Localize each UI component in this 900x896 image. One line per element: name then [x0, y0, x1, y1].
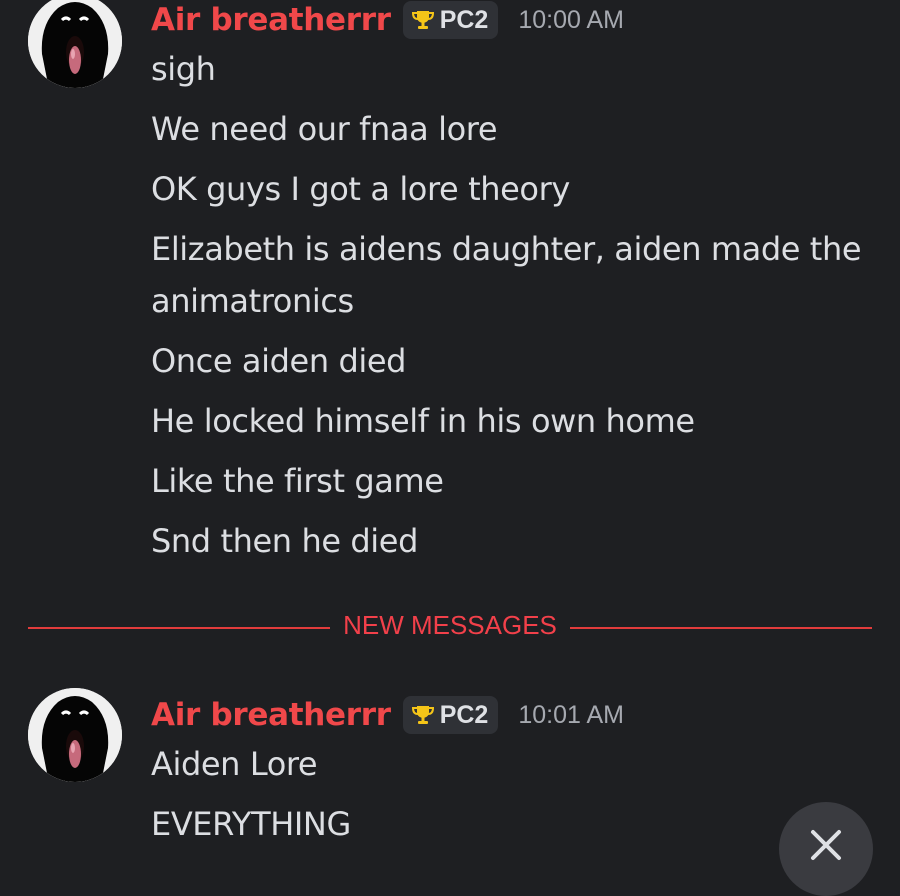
message-line: He locked himself in his own home [151, 402, 695, 440]
avatar-image [28, 688, 122, 782]
badge-label: PC2 [439, 700, 489, 729]
trophy-icon [411, 706, 434, 724]
message-line: Once aiden died [151, 342, 407, 380]
message-line: sigh [151, 50, 216, 88]
message-line: Like the first game [151, 462, 444, 500]
username[interactable]: Air breatherrr [151, 697, 391, 733]
message-line: EVERYTHING [151, 805, 351, 843]
new-messages-divider-left [28, 627, 330, 629]
role-badge[interactable]: PC2 [402, 696, 499, 734]
trophy-icon [411, 11, 434, 29]
close-icon [811, 830, 841, 860]
message-line: Snd then he died [151, 522, 418, 560]
message-header: Air breatherrr PC2 10:01 AM [151, 695, 624, 735]
timestamp: 10:00 AM [518, 5, 624, 34]
close-button[interactable] [779, 802, 873, 896]
timestamp: 10:01 AM [518, 700, 624, 729]
new-messages-divider-right [570, 627, 872, 629]
user-avatar[interactable] [28, 0, 122, 88]
role-badge[interactable]: PC2 [402, 1, 499, 39]
message-line: Aiden Lore [151, 745, 318, 783]
message-header: Air breatherrr PC2 10:00 AM [151, 0, 624, 40]
message-line: Elizabeth is aidens daughter, aiden made… [151, 230, 862, 268]
message-line: animatronics [151, 282, 354, 320]
message-line: We need our fnaa lore [151, 110, 498, 148]
user-avatar[interactable] [28, 688, 122, 782]
username[interactable]: Air breatherrr [151, 2, 391, 38]
new-messages-label: NEW MESSAGES [343, 610, 557, 640]
message-line: OK guys I got a lore theory [151, 170, 570, 208]
badge-label: PC2 [439, 5, 489, 34]
avatar-image [28, 0, 122, 88]
